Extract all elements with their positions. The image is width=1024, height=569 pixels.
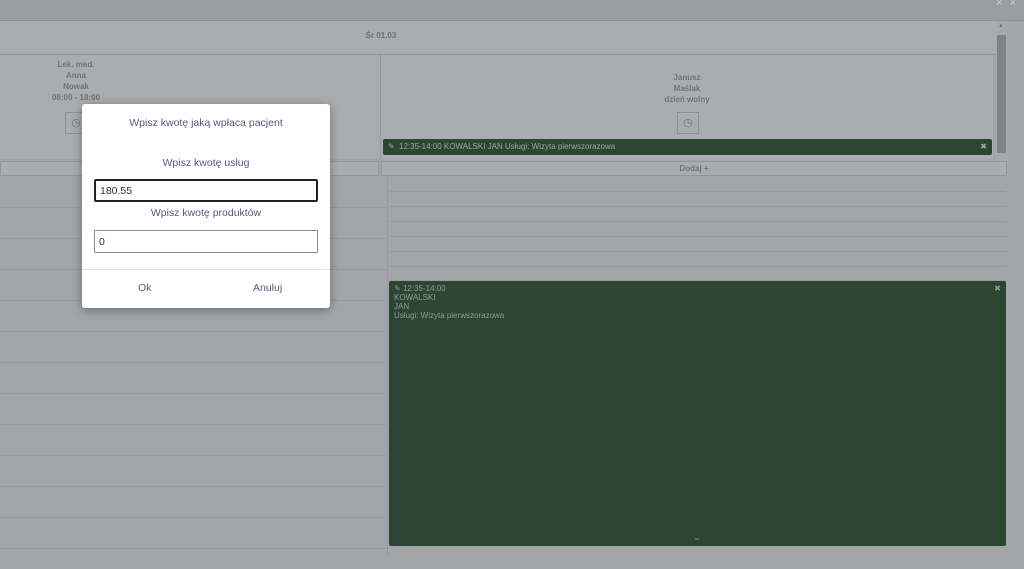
edit-icon[interactable]: ✎ [394, 284, 401, 293]
close-icon[interactable]: ✖ [994, 284, 1001, 293]
vertical-scrollbar[interactable]: ▲ [996, 21, 1007, 176]
appointment-last-name: KOWALSKI [394, 293, 436, 302]
time-slot-row[interactable] [0, 518, 386, 549]
staff-status: dzień wolny [664, 95, 710, 104]
time-slot-row[interactable] [389, 252, 1006, 267]
time-slot-row[interactable] [389, 192, 1006, 207]
time-slot-row[interactable] [0, 363, 386, 394]
payment-dialog: Wpisz kwotę jaką wpłaca pacjent Wpisz kw… [82, 104, 330, 308]
appointment-banner[interactable]: ✎ 12:35-14:00 KOWALSKI JAN Usługi: Wizyt… [383, 139, 992, 155]
appointment-services: Usługi: Wizyta pierwszorazowa [394, 311, 505, 320]
staff-first-name: Janusz [673, 73, 701, 82]
services-amount-input[interactable] [94, 179, 318, 202]
close-icon[interactable]: ✖ [980, 139, 987, 155]
scrollbar-thumb[interactable] [997, 35, 1006, 153]
edit-icon[interactable]: ✎ [388, 139, 395, 155]
products-amount-input[interactable] [94, 230, 318, 253]
column-divider [387, 177, 388, 557]
dialog-title: Wpisz kwotę jaką wpłaca pacjent [129, 117, 283, 129]
time-slot-row[interactable] [0, 487, 386, 518]
doctor-last-name: Nowak [63, 82, 89, 91]
time-slot-row[interactable] [0, 332, 386, 363]
add-button-column-2[interactable]: Dodaj + [381, 161, 1007, 176]
time-slot-row[interactable] [389, 267, 1006, 281]
services-amount-label: Wpisz kwotę usług [162, 157, 250, 169]
window-controls[interactable]: × × [996, 0, 1018, 9]
date-label: Śr 01.03 [365, 31, 397, 40]
appointment-time: 12:35-14:00 [402, 284, 446, 293]
chevron-up-icon[interactable]: ▲ [998, 23, 1004, 29]
time-slot-row[interactable] [0, 456, 386, 487]
doctor-first-name: Anna [66, 71, 86, 80]
top-bar: × × [0, 0, 1024, 21]
doctor-hours: 08:00 - 18:00 [51, 93, 101, 102]
clock-icon[interactable]: ◷ [677, 112, 699, 134]
cancel-button[interactable]: Anuluj [253, 282, 282, 294]
time-slot-row[interactable] [389, 177, 1006, 192]
dialog-divider [82, 269, 330, 270]
staff-last-name: Maślak [673, 84, 701, 93]
appointment-first-name: JAN [394, 302, 410, 311]
resize-handle[interactable]: ═ [695, 536, 699, 545]
banner-text: 12:35-14:00 KOWALSKI JAN Usługi: Wizyta … [399, 142, 616, 151]
products-amount-label: Wpisz kwotę produktów [150, 207, 262, 219]
date-header: Śr 01.03 [0, 21, 1007, 55]
time-slot-row[interactable] [0, 394, 386, 425]
time-slot-row[interactable] [389, 207, 1006, 222]
time-slot-row[interactable] [389, 222, 1006, 237]
time-slot-row[interactable] [389, 237, 1006, 252]
doctor-title: Lek. med. [57, 60, 95, 69]
appointment-block[interactable]: ✎ 12:35-14:00 KOWALSKI JAN Usługi: Wizyt… [389, 281, 1006, 546]
time-slot-row[interactable] [0, 425, 386, 456]
ok-button[interactable]: Ok [138, 282, 151, 294]
